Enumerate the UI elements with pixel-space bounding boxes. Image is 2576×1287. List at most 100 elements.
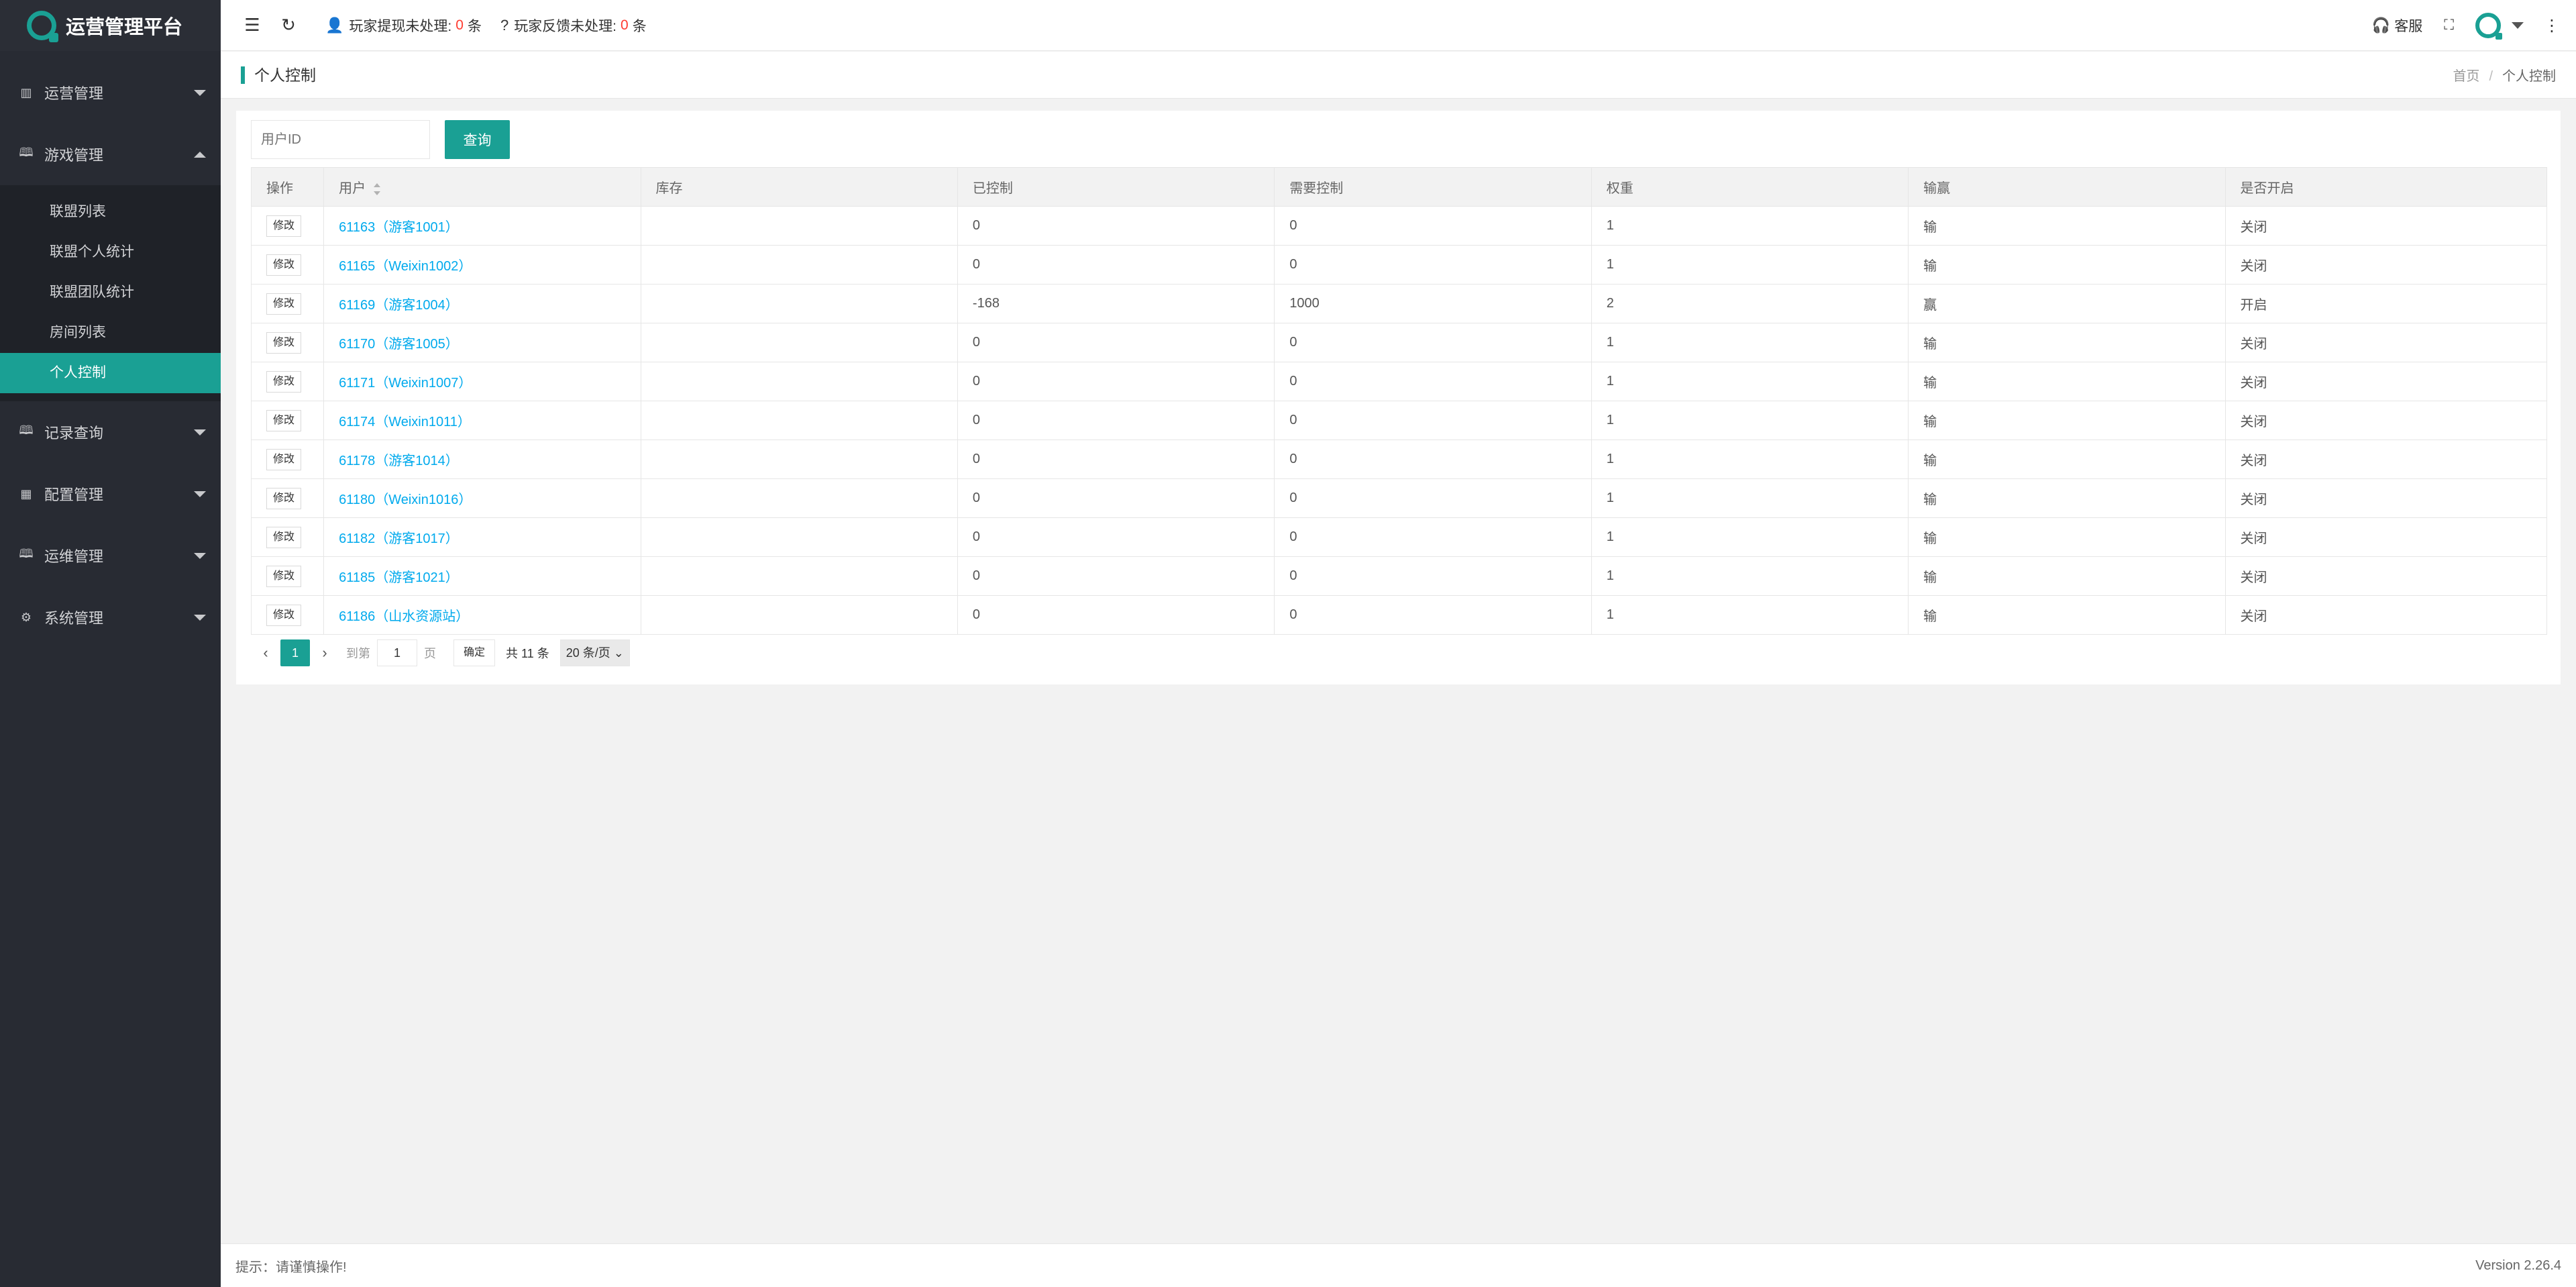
chevron-down-icon — [194, 90, 206, 96]
next-page-icon[interactable]: › — [310, 639, 339, 666]
sub-item-alliance-personal-stats[interactable]: 联盟个人统计 — [0, 232, 221, 272]
prev-page-icon[interactable]: ‹ — [251, 639, 280, 666]
menu-config[interactable]: ▦ 配置管理 — [0, 463, 221, 525]
headset-icon: 🎧 — [2371, 17, 2391, 34]
user-link[interactable]: 61185（游客1021） — [339, 570, 459, 585]
edit-button[interactable]: 修改 — [266, 331, 301, 354]
cell-stock — [640, 284, 958, 323]
header-right: 🎧 客服 ⛶ ⋮ — [2372, 0, 2576, 51]
breadcrumb-home[interactable]: 首页 — [2453, 69, 2479, 84]
chevron-down-icon[interactable] — [2512, 22, 2524, 29]
user-link[interactable]: 61170（游客1005） — [339, 337, 459, 352]
cell-stock — [640, 401, 958, 440]
header-stock: 库存 — [640, 167, 958, 207]
breadcrumb-separator: / — [2489, 69, 2493, 84]
user-link[interactable]: 61174（Weixin1011） — [339, 415, 471, 429]
cell-win-lose: 输 — [1908, 401, 2226, 440]
cell-controlled: -168 — [957, 284, 1275, 323]
cell-weight: 1 — [1591, 478, 1909, 518]
feedback-notice[interactable]: ? 玩家反馈未处理: 0 条 — [500, 15, 647, 36]
edit-button[interactable]: 修改 — [266, 254, 301, 276]
refresh-icon[interactable]: ↻ — [270, 0, 307, 51]
user-id-input[interactable] — [251, 120, 430, 159]
cell-user: 61180（Weixin1016） — [323, 478, 641, 518]
cell-weight: 1 — [1591, 440, 1909, 479]
user-link[interactable]: 61165（Weixin1002） — [339, 259, 472, 274]
customer-service-button[interactable]: 🎧 客服 — [2372, 15, 2422, 36]
cell-operation: 修改 — [250, 556, 325, 596]
fullscreen-icon[interactable]: ⛶ — [2444, 17, 2454, 34]
sub-item-personal-control[interactable]: 个人控制 — [0, 353, 221, 393]
menu-game-management[interactable]: 🕮 游戏管理 — [0, 123, 221, 185]
edit-button[interactable]: 修改 — [266, 565, 301, 587]
goto-page-input[interactable]: 1 — [377, 639, 417, 666]
cell-controlled: 0 — [957, 206, 1275, 246]
query-button[interactable]: 查询 — [445, 120, 510, 159]
cell-operation: 修改 — [250, 478, 325, 518]
app-logo[interactable]: 运营管理平台 — [0, 0, 221, 51]
app-title: 运营管理平台 — [66, 17, 183, 38]
cell-controlled: 0 — [957, 401, 1275, 440]
cell-user: 61185（游客1021） — [323, 556, 641, 596]
edit-button[interactable]: 修改 — [266, 604, 301, 626]
table-row: 修改 61178（游客1014） 0 0 1 输关闭 — [250, 440, 2548, 479]
sub-item-alliance-list[interactable]: 联盟列表 — [0, 192, 221, 232]
cell-weight: 1 — [1591, 401, 1909, 440]
user-link[interactable]: 61171（Weixin1007） — [339, 376, 472, 391]
chevron-down-icon: ⌄ — [613, 646, 624, 660]
edit-button[interactable]: 修改 — [266, 293, 301, 315]
edit-button[interactable]: 修改 — [266, 409, 301, 431]
total-count: 共 11 条 — [506, 647, 549, 660]
header-user[interactable]: 用户 — [323, 167, 641, 207]
menu-system[interactable]: ⚙ 系统管理 — [0, 586, 221, 648]
cell-enabled: 关闭 — [2224, 440, 2548, 479]
more-icon[interactable]: ⋮ — [2544, 16, 2560, 36]
page-size-select[interactable]: 20 条/页 ⌄ — [559, 639, 630, 666]
user-link[interactable]: 61186（山水资源站） — [339, 609, 469, 624]
user-link[interactable]: 61182（游客1017） — [339, 531, 459, 546]
cell-controlled: 0 — [957, 323, 1275, 362]
content-card: 查询 操作 用户 库存 已控制 需要控制 权重 输赢 是否开启 修改61163（… — [236, 111, 2561, 684]
submenu-container: 联盟列表 联盟个人统计 联盟团队统计 房间列表 个人控制 — [0, 185, 221, 401]
cell-controlled: 0 — [957, 556, 1275, 596]
cell-win-lose: 输 — [1908, 323, 2226, 362]
sub-item-alliance-team-stats[interactable]: 联盟团队统计 — [0, 272, 221, 313]
edit-button[interactable]: 修改 — [266, 215, 301, 237]
menu-ops[interactable]: 🕮 运维管理 — [0, 525, 221, 586]
header-controlled: 已控制 — [957, 167, 1275, 207]
edit-button[interactable]: 修改 — [266, 526, 301, 548]
sub-item-room-list[interactable]: 房间列表 — [0, 313, 221, 353]
page-title: 个人控制 — [241, 66, 316, 84]
cell-operation: 修改 — [250, 440, 325, 479]
search-row: 查询 — [251, 120, 510, 159]
cell-need-control: 0 — [1274, 478, 1592, 518]
user-link[interactable]: 61163（游客1001） — [339, 220, 459, 235]
user-link[interactable]: 61180（Weixin1016） — [339, 493, 472, 507]
cell-enabled: 关闭 — [2224, 245, 2548, 285]
cell-user: 61174（Weixin1011） — [323, 401, 641, 440]
cell-win-lose: 赢 — [1908, 284, 2226, 323]
menu-operations[interactable]: ▥ 运营管理 — [0, 62, 221, 123]
goto-confirm-button[interactable]: 确定 — [453, 639, 496, 666]
header-weight: 权重 — [1591, 167, 1909, 207]
grid-icon: ▦ — [20, 486, 32, 501]
edit-button[interactable]: 修改 — [266, 448, 301, 470]
edit-button[interactable]: 修改 — [266, 370, 301, 393]
cell-operation: 修改 — [250, 206, 325, 246]
current-page[interactable]: 1 — [280, 639, 310, 666]
withdraw-notice[interactable]: 👤 玩家提现未处理: 0 条 — [325, 15, 482, 36]
user-link[interactable]: 61169（游客1004） — [339, 298, 459, 313]
user-link[interactable]: 61178（游客1014） — [339, 454, 459, 468]
avatar[interactable] — [2475, 13, 2502, 40]
footer: 提示：请谨慎操作! Version 2.26.4 — [221, 1243, 2576, 1287]
cell-user: 61169（游客1004） — [323, 284, 641, 323]
feedback-notice-count: 0 — [621, 17, 629, 33]
collapse-menu-icon[interactable]: ☰ — [234, 0, 270, 51]
menu-records[interactable]: 🕮 记录查询 — [0, 401, 221, 463]
edit-button[interactable]: 修改 — [266, 487, 301, 509]
menu-label: 运营管理 — [44, 85, 104, 102]
sort-icon[interactable] — [374, 183, 381, 195]
menu-label: 游戏管理 — [44, 147, 104, 164]
cell-win-lose: 输 — [1908, 440, 2226, 479]
cell-need-control: 0 — [1274, 206, 1592, 246]
